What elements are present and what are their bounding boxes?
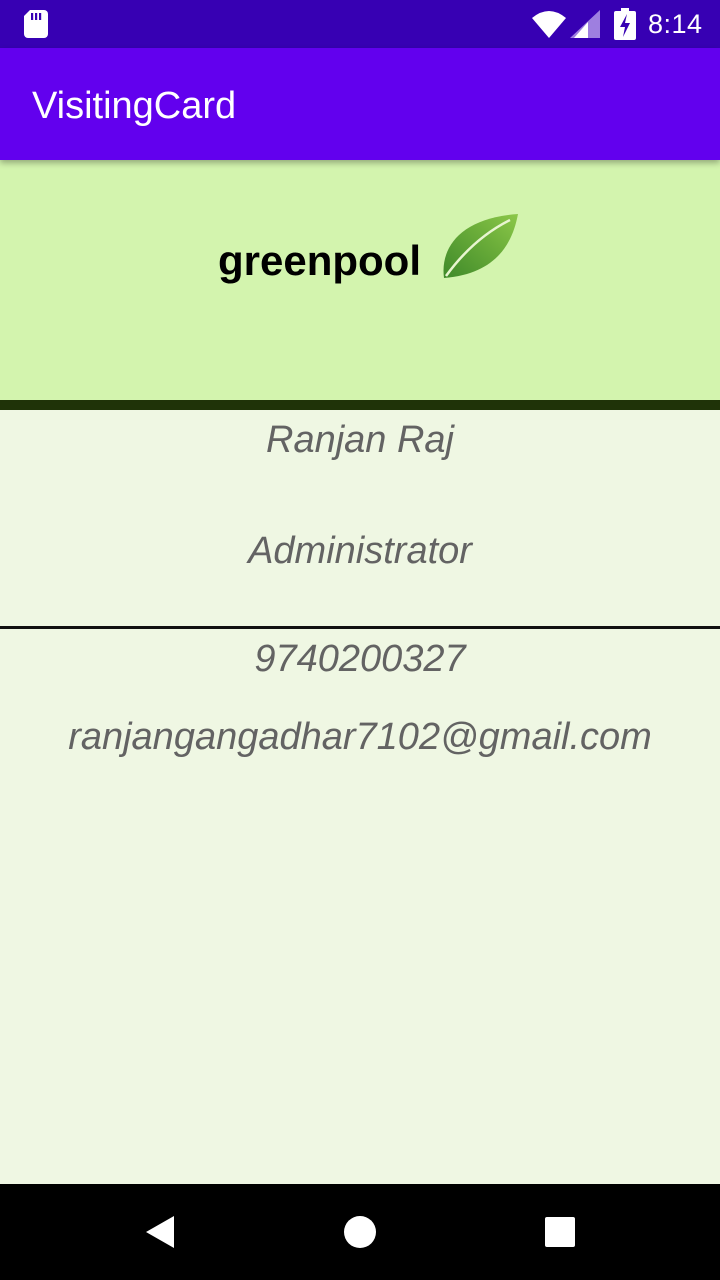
app-title: VisitingCard (32, 85, 237, 127)
status-time: 8:14 (648, 9, 703, 39)
section-divider (0, 626, 720, 629)
wifi-icon (532, 11, 566, 38)
header-panel: greenpool (0, 160, 720, 400)
brand-name: greenpool (218, 237, 422, 284)
cell-signal-icon (570, 10, 600, 38)
home-icon[interactable] (336, 1208, 384, 1256)
email-address: ranjangangadhar7102@gmail.com (68, 716, 652, 758)
leaf-icon (443, 214, 518, 278)
sd-card-icon (24, 10, 48, 38)
app-bar: VisitingCard (0, 48, 720, 160)
status-bar: 8:14 (0, 0, 720, 48)
navigation-bar (0, 1184, 720, 1280)
phone-number: 9740200327 (254, 638, 466, 680)
person-name: Ranjan Raj (266, 419, 454, 461)
person-role: Administrator (248, 530, 472, 572)
recents-icon[interactable] (536, 1208, 584, 1256)
back-icon[interactable] (136, 1208, 184, 1256)
header-divider (0, 400, 720, 410)
battery-charging-icon (614, 8, 636, 40)
